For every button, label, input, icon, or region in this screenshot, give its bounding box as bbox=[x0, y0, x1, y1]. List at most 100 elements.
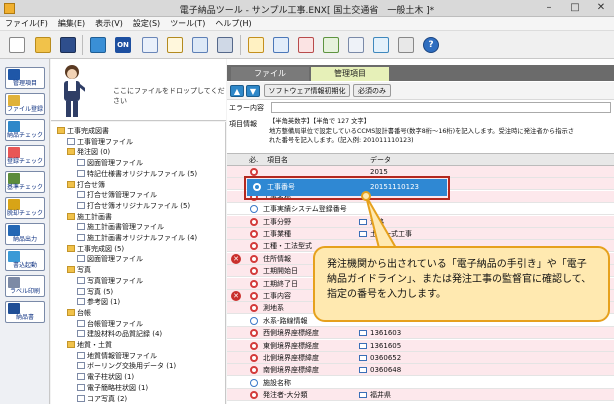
tree-item[interactable]: 参考図 (1) bbox=[77, 297, 120, 307]
left-button-4[interactable]: 登録チェック bbox=[5, 145, 45, 167]
menu-view[interactable]: 表示(V) bbox=[90, 17, 128, 31]
left-button-6[interactable]: 脱却チェック bbox=[5, 197, 45, 219]
table-button[interactable] bbox=[345, 34, 367, 56]
menu-help[interactable]: ヘルプ(H) bbox=[210, 17, 256, 31]
folder-icon bbox=[67, 148, 75, 156]
toolbar: ON ? bbox=[0, 31, 614, 59]
tab-file[interactable]: ファイル bbox=[231, 67, 309, 81]
menu-tools[interactable]: ツール(T) bbox=[165, 17, 210, 31]
minimize-button[interactable]: – bbox=[536, 0, 562, 17]
grid-row-name: 工事内容 bbox=[263, 292, 291, 300]
close-button[interactable]: ✕ bbox=[588, 0, 614, 17]
file-tree[interactable]: 工事完成図書 工事管理ファイル 発注図 (0) 図面管理ファイル 特記仕様書オリジナルフ… bbox=[51, 122, 226, 404]
tree-item[interactable]: 台帳 bbox=[67, 308, 91, 318]
on-button[interactable]: ON bbox=[112, 34, 134, 56]
new-button[interactable] bbox=[6, 34, 28, 56]
tree-item-label: 施工計画書 bbox=[77, 212, 112, 221]
guide-person-icon bbox=[64, 65, 85, 117]
grid-button[interactable] bbox=[189, 34, 211, 56]
open-button[interactable] bbox=[32, 34, 54, 56]
left-button-10[interactable]: 納品書 bbox=[5, 301, 45, 323]
arrow-down-icon: ▼ bbox=[249, 87, 257, 96]
tree-item[interactable]: 工事完成図 (5) bbox=[67, 244, 124, 254]
tree-item[interactable]: 写真 (5) bbox=[77, 287, 113, 297]
tree-item[interactable]: 図面管理ファイル bbox=[77, 158, 143, 168]
tree-item[interactable]: 打合せ簿オリジナルファイル (5) bbox=[77, 201, 190, 211]
tree-item-label: 電子柱状図 (1) bbox=[87, 373, 135, 382]
tree-button[interactable] bbox=[320, 34, 342, 56]
save-button[interactable] bbox=[57, 34, 79, 56]
edit-button[interactable] bbox=[295, 34, 317, 56]
left-button-9[interactable]: ラベル印刷 bbox=[5, 275, 45, 297]
tree-item[interactable]: 施工計画書 bbox=[67, 212, 112, 222]
list-select-icon[interactable] bbox=[359, 342, 367, 349]
grid-row-name: 工事業種 bbox=[263, 230, 291, 238]
help-button[interactable]: ? bbox=[420, 34, 442, 56]
left-button-5[interactable]: 基準チェック bbox=[5, 171, 45, 193]
left-button-1[interactable]: 管理項目 bbox=[5, 67, 45, 89]
settings-button[interactable] bbox=[214, 34, 236, 56]
tree-item[interactable]: 打合せ簿 bbox=[67, 180, 105, 190]
grid-row[interactable]: 東側境界座標経度 1361605 bbox=[227, 339, 614, 352]
tab-management[interactable]: 管理項目 bbox=[311, 67, 389, 81]
required-only-button[interactable]: 必須のみ bbox=[353, 84, 391, 97]
tree-item[interactable]: 電子簡略柱状図 (1) bbox=[77, 383, 148, 393]
grid-row[interactable]: 発注者-大分類 福井県 bbox=[227, 389, 614, 402]
tree-item[interactable]: コア写真 (2) bbox=[77, 394, 127, 404]
tree-item[interactable]: 地質情報管理ファイル bbox=[77, 351, 157, 361]
left-button-2[interactable]: ファイル登録 bbox=[5, 93, 45, 115]
drop-zone[interactable]: ここにファイルをドロップしてください bbox=[51, 59, 226, 121]
grid-row[interactable]: 北側境界座標緯度 0360652 bbox=[227, 352, 614, 364]
tool-icon bbox=[398, 37, 414, 53]
move-up-button[interactable]: ▲ bbox=[230, 85, 244, 97]
left-button-7[interactable]: 納品出力 bbox=[5, 223, 45, 245]
folder-icon bbox=[67, 266, 75, 274]
tree-item[interactable]: 台帳管理ファイル bbox=[77, 319, 143, 329]
maximize-button[interactable]: □ bbox=[562, 0, 588, 17]
tree-item[interactable]: 写真 bbox=[67, 265, 91, 275]
tree-item[interactable]: 電子柱状図 (1) bbox=[77, 372, 134, 382]
tree-item[interactable]: 特記仕様書オリジナルファイル (5) bbox=[77, 169, 197, 179]
menu-file[interactable]: ファイル(F) bbox=[0, 17, 53, 31]
tree-item[interactable]: 工事完成図書 bbox=[57, 126, 109, 136]
window-button[interactable] bbox=[270, 34, 292, 56]
tree-item[interactable]: 写真管理ファイル bbox=[77, 276, 143, 286]
check-button[interactable] bbox=[139, 34, 161, 56]
tree-item[interactable]: ボーリング交換用データ (1) bbox=[77, 361, 176, 371]
grid-row[interactable]: 工事実績システム登録番号 bbox=[227, 203, 614, 216]
tree-item[interactable]: 図面管理ファイル bbox=[77, 254, 143, 264]
grid-row[interactable]: 工事分野道路 bbox=[227, 215, 614, 228]
grid-row[interactable]: 南側境界座標緯度 0360648 bbox=[227, 364, 614, 377]
menu-settings[interactable]: 設定(S) bbox=[128, 17, 165, 31]
tool-button[interactable] bbox=[395, 34, 417, 56]
document-icon bbox=[8, 303, 20, 314]
tree-item[interactable]: 打合せ簿管理ファイル bbox=[77, 190, 157, 200]
tree-item[interactable]: 施工計画書オリジナルファイル (4) bbox=[77, 233, 197, 243]
ye-button[interactable] bbox=[164, 34, 186, 56]
menu-edit[interactable]: 編集(E) bbox=[53, 17, 90, 31]
register-check-icon bbox=[8, 147, 20, 158]
tree-item[interactable]: 施工計画書管理ファイル bbox=[77, 222, 164, 232]
item-info-line-2: 地方整備局単位で設定しているCCMS設計書番号(数字8桁～16桁)を記入します。… bbox=[269, 127, 575, 135]
tree-item-label: 台帳管理ファイル bbox=[87, 319, 143, 328]
tree-item[interactable]: 地質・土質 bbox=[67, 340, 112, 350]
tree-item[interactable]: 発注図 (0) bbox=[67, 147, 110, 157]
list-button[interactable] bbox=[245, 34, 267, 56]
tree-item[interactable]: 建設材料の品質記録 (4) bbox=[77, 329, 162, 339]
list-select-icon[interactable] bbox=[359, 367, 367, 374]
tree-item-label: 電子簡略柱状図 (1) bbox=[87, 383, 149, 392]
grid-row[interactable]: 工事業種 土木一式工事 bbox=[227, 228, 614, 240]
file-add-icon bbox=[8, 95, 20, 106]
reset-software-info-button[interactable]: ソフトウェア情報初期化 bbox=[264, 84, 350, 97]
grid-row[interactable]: 西側境界座標経度 1361603 bbox=[227, 327, 614, 340]
left-button-3[interactable]: 納品チェック bbox=[5, 119, 45, 141]
left-button-8[interactable]: 書込起動 bbox=[5, 249, 45, 271]
tree-item[interactable]: 工事管理ファイル bbox=[67, 137, 133, 147]
move-down-button[interactable]: ▼ bbox=[246, 85, 260, 97]
view-button[interactable] bbox=[87, 34, 109, 56]
list-select-icon[interactable] bbox=[359, 330, 367, 337]
grid-row[interactable]: 施設名称 bbox=[227, 377, 614, 389]
list-select-icon[interactable] bbox=[359, 392, 367, 399]
image-button[interactable] bbox=[370, 34, 392, 56]
list-select-icon[interactable] bbox=[359, 355, 367, 361]
